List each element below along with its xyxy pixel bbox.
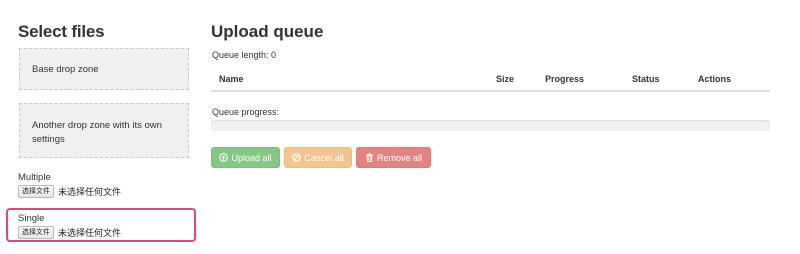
multiple-file-status: 未选择任何文件: [58, 187, 122, 197]
custom-drop-zone-label: Another drop zone with its own settings: [32, 120, 162, 145]
multiple-file-input[interactable]: 选择文件 未选择任何文件: [18, 185, 190, 198]
single-choose-file-button[interactable]: 选择文件: [18, 226, 54, 239]
single-file-group: Single 选择文件 未选择任何文件: [6, 208, 196, 242]
select-files-title: Select files: [18, 22, 105, 41]
column-header-status: Status: [632, 74, 660, 84]
cancel-all-label: Cancel all: [304, 152, 344, 163]
upload-all-label: Upload all: [231, 152, 272, 163]
single-label: Single: [18, 213, 45, 224]
queue-table-header: Name Size Progress Status Actions: [211, 70, 770, 92]
cancel-all-button[interactable]: Cancel all: [284, 147, 352, 168]
column-header-progress: Progress: [545, 74, 585, 84]
single-file-status: 未选择任何文件: [58, 228, 122, 238]
upload-queue-title: Upload queue: [211, 22, 324, 41]
trash-icon: [365, 153, 374, 162]
remove-all-button[interactable]: Remove all: [356, 147, 431, 168]
queue-progress-bar: [211, 120, 770, 131]
column-header-actions: Actions: [698, 74, 732, 84]
multiple-file-group: Multiple 选择文件 未选择任何文件: [18, 172, 190, 198]
ban-icon: [292, 153, 301, 162]
queue-progress-label: Queue progress:: [212, 107, 280, 117]
multiple-choose-file-button[interactable]: 选择文件: [18, 185, 54, 198]
queue-length: Queue length: 0: [212, 50, 277, 60]
upload-all-button[interactable]: Upload all: [211, 147, 280, 168]
upload-icon: [219, 153, 229, 162]
multiple-label: Multiple: [18, 172, 51, 183]
single-file-input[interactable]: 选择文件 未选择任何文件: [18, 226, 194, 239]
remove-all-label: Remove all: [376, 152, 423, 163]
base-drop-zone-label: Base drop zone: [32, 64, 99, 75]
column-header-size: Size: [496, 74, 515, 84]
column-header-name: Name: [219, 74, 244, 84]
custom-drop-zone[interactable]: Another drop zone with its own settings: [19, 103, 189, 158]
base-drop-zone[interactable]: Base drop zone: [19, 48, 189, 90]
